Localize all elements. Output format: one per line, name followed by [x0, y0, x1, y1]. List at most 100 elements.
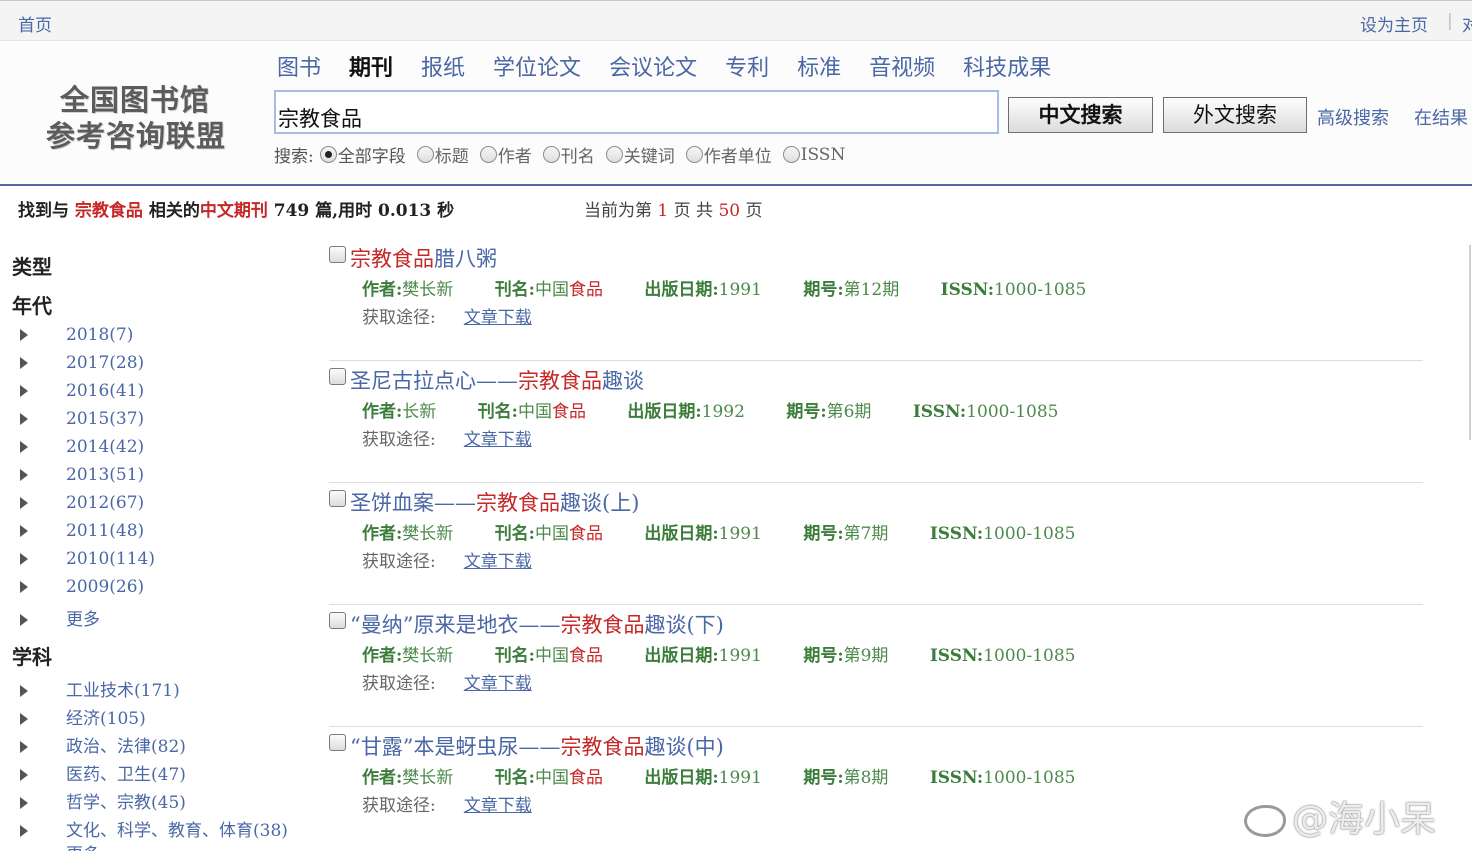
facet-subject-label[interactable]: 哲学、宗教(45)	[66, 793, 186, 813]
tab-conference-papers[interactable]: 会议论文	[609, 50, 697, 82]
facet-year-item[interactable]: 2012(67)	[20, 493, 144, 513]
facet-subject-item[interactable]: 医药、卫生(47)	[20, 760, 186, 785]
search-in-results-link[interactable]: 在结果	[1414, 104, 1468, 130]
title-highlight: 宗教食品	[560, 613, 645, 637]
facet-subject-item[interactable]: 政治、法律(82)	[20, 732, 186, 757]
facet-subject-item[interactable]: 哲学、宗教(45)	[20, 788, 186, 813]
facet-year-item[interactable]: 2018(7)	[20, 325, 133, 345]
download-link[interactable]: 文章下载	[464, 430, 532, 450]
issn-value: 1000-1085	[994, 280, 1087, 300]
facet-year-label[interactable]: 2018(7)	[66, 325, 133, 345]
facet-year-label[interactable]: 2009(26)	[66, 577, 144, 597]
facet-subject-item[interactable]: 文化、科学、教育、体育(38)	[20, 816, 288, 841]
tab-patents[interactable]: 专利	[725, 50, 769, 82]
scope-option-title[interactable]: 标题	[416, 142, 469, 167]
facet-year-label[interactable]: 2014(42)	[66, 437, 144, 457]
tab-books[interactable]: 图书	[277, 50, 321, 82]
tab-journals[interactable]: 期刊	[349, 50, 393, 82]
facet-year-label[interactable]: 2012(67)	[66, 493, 144, 513]
logo[interactable]: 全国图书馆 参考咨询联盟	[46, 82, 226, 154]
scope-option-issn[interactable]: ISSN	[782, 145, 845, 165]
download-link[interactable]: 文章下载	[464, 796, 532, 816]
scope-option-affiliation[interactable]: 作者单位	[685, 142, 772, 167]
facet-subject-more[interactable]: 更多	[20, 840, 100, 851]
date-value: 1992	[701, 402, 745, 422]
foreign-search-button[interactable]: 外文搜索	[1163, 97, 1307, 133]
radio-selected-icon[interactable]	[319, 146, 337, 163]
facet-year-item[interactable]: 2009(26)	[20, 577, 144, 597]
tab-newspapers[interactable]: 报纸	[421, 50, 465, 82]
facet-year-label[interactable]: 2011(48)	[66, 521, 144, 541]
download-link[interactable]: 文章下载	[464, 674, 532, 694]
result-title[interactable]: 圣尼古拉点心——宗教食品趣谈	[350, 365, 644, 395]
search-input[interactable]: 宗教食品	[274, 90, 999, 134]
select-checkbox[interactable]	[329, 490, 346, 507]
chinese-search-button[interactable]: 中文搜索	[1008, 97, 1153, 133]
result-title[interactable]: 宗教食品腊八粥	[350, 243, 497, 273]
facet-type-heading[interactable]: 类型	[12, 251, 52, 280]
radio-icon[interactable]	[782, 146, 800, 163]
tab-audio-video[interactable]: 音视频	[869, 50, 935, 82]
summary-type: 中文期刊	[199, 201, 268, 221]
facet-year-label[interactable]: 2017(28)	[66, 353, 144, 373]
issn-value: 1000-1085	[983, 524, 1076, 544]
download-link[interactable]: 文章下载	[464, 552, 532, 572]
facet-subject-label[interactable]: 经济(105)	[66, 709, 146, 729]
facet-subject-label[interactable]: 文化、科学、教育、体育(38)	[66, 821, 288, 841]
result-title[interactable]: “甘露”本是蚜虫尿——宗教食品趣谈(中)	[350, 731, 724, 761]
result-title[interactable]: “曼纳”原来是地衣——宗教食品趣谈(下)	[350, 609, 724, 639]
facet-subject-label[interactable]: 政治、法律(82)	[66, 737, 186, 757]
download-link[interactable]: 文章下载	[464, 308, 532, 328]
issue-value: 第9期	[843, 646, 889, 666]
expand-arrow-icon	[20, 768, 28, 781]
radio-icon[interactable]	[416, 146, 434, 163]
facet-year-item[interactable]: 2013(51)	[20, 465, 144, 485]
scope-option-journal[interactable]: 刊名	[542, 142, 595, 167]
facet-year-more[interactable]: 更多	[20, 605, 100, 630]
facet-year-item[interactable]: 2011(48)	[20, 521, 144, 541]
select-checkbox[interactable]	[329, 246, 346, 263]
facet-year-item[interactable]: 2014(42)	[20, 437, 144, 457]
facet-subject-item[interactable]: 工业技术(171)	[20, 676, 180, 701]
facet-year-label[interactable]: 2010(114)	[66, 549, 155, 569]
facet-year-item[interactable]: 2015(37)	[20, 409, 144, 429]
facet-subject-heading[interactable]: 学科	[12, 641, 52, 670]
scope-option-label: 刊名	[560, 147, 595, 167]
topbar-cut-link[interactable]: 对	[1462, 11, 1472, 36]
scope-option-author[interactable]: 作者	[479, 142, 532, 167]
access-label: 获取途径:	[362, 674, 436, 694]
facet-year-heading[interactable]: 年代	[12, 290, 52, 319]
facet-subject-label[interactable]: 医药、卫生(47)	[66, 765, 186, 785]
facet-more-label[interactable]: 更多	[66, 610, 100, 630]
facet-year-label[interactable]: 2015(37)	[66, 409, 144, 429]
radio-icon[interactable]	[542, 146, 560, 163]
facet-year-label[interactable]: 2013(51)	[66, 465, 144, 485]
radio-icon[interactable]	[605, 146, 623, 163]
facet-more-label[interactable]: 更多	[66, 845, 100, 851]
advanced-search-link[interactable]: 高级搜索	[1317, 104, 1389, 130]
title-text: 趣谈	[602, 369, 644, 393]
facet-year-item[interactable]: 2017(28)	[20, 353, 144, 373]
title-text: 圣尼古拉点心——	[350, 369, 518, 393]
select-checkbox[interactable]	[329, 612, 346, 629]
result-title[interactable]: 圣饼血案——宗教食品趣谈(上)	[350, 487, 639, 517]
select-checkbox[interactable]	[329, 734, 346, 751]
facet-subject-item[interactable]: 经济(105)	[20, 704, 146, 729]
scrollbar[interactable]	[1469, 245, 1471, 440]
scope-option-all-fields[interactable]: 全部字段	[319, 142, 406, 167]
facet-year-item[interactable]: 2010(114)	[20, 549, 155, 569]
date-value: 1991	[718, 524, 762, 544]
select-checkbox[interactable]	[329, 368, 346, 385]
facet-year-item[interactable]: 2016(41)	[20, 381, 144, 401]
tab-tech-achievements[interactable]: 科技成果	[963, 50, 1051, 82]
expand-arrow-icon	[20, 740, 28, 753]
home-link[interactable]: 首页	[18, 11, 52, 36]
radio-icon[interactable]	[685, 146, 703, 163]
radio-icon[interactable]	[479, 146, 497, 163]
facet-subject-label[interactable]: 工业技术(171)	[66, 681, 180, 701]
tab-standards[interactable]: 标准	[797, 50, 841, 82]
tab-theses[interactable]: 学位论文	[493, 50, 581, 82]
scope-option-keyword[interactable]: 关键词	[605, 142, 675, 167]
set-homepage-link[interactable]: 设为主页	[1360, 11, 1428, 36]
facet-year-label[interactable]: 2016(41)	[66, 381, 144, 401]
